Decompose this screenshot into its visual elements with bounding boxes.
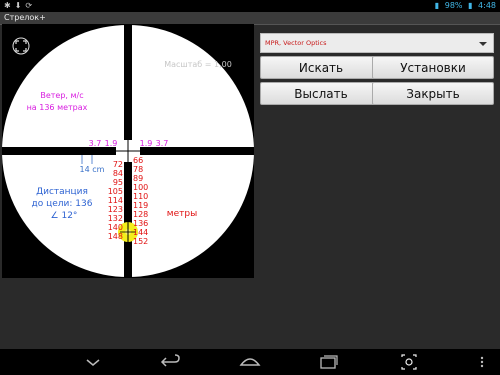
distance-line2: до цели: 136 <box>32 199 93 209</box>
range-left: 132 <box>108 214 123 223</box>
scope-select-value: MPR, Vector Optics <box>265 39 327 47</box>
range-right: 78 <box>133 165 143 174</box>
scale-label: Масштаб = 1,00 <box>164 60 232 69</box>
recent-apps-icon[interactable] <box>318 349 340 375</box>
wind-left-inner: 1.9 <box>105 139 118 148</box>
range-left: 114 <box>108 196 123 205</box>
home-icon[interactable] <box>238 349 262 375</box>
reticle-post-top <box>124 24 132 140</box>
range-right: 144 <box>133 228 148 237</box>
range-left: 84 <box>113 169 123 178</box>
range-left: 72 <box>113 160 123 169</box>
range-right: 136 <box>133 219 148 228</box>
sync-icon: ⟳ <box>25 1 37 10</box>
scope-select[interactable]: MPR, Vector Optics <box>260 33 494 53</box>
overflow-menu-icon[interactable] <box>478 349 486 375</box>
range-left: 123 <box>108 205 123 214</box>
wind-label-line1: Ветер, м/с <box>40 91 83 100</box>
clock: 4:48 <box>478 1 496 10</box>
close-button[interactable]: Закрыть <box>372 82 494 105</box>
scope-view[interactable]: Масштаб = 1,00 Ветер, м/с на 136 метрах … <box>2 24 254 278</box>
back-chevron-icon[interactable] <box>84 349 102 375</box>
battery-percent: 98% <box>444 1 463 10</box>
wind-right-outer: 3.7 <box>156 139 169 148</box>
meters-label: метры <box>167 209 197 219</box>
range-right: 119 <box>133 201 148 210</box>
system-nav-buttons <box>0 349 500 375</box>
range-right: 152 <box>133 237 148 246</box>
range-right: 128 <box>133 210 148 219</box>
cm-label: 14 cm <box>80 165 105 174</box>
distance-line3: ∠ 12° <box>51 211 78 221</box>
range-left: 105 <box>108 187 123 196</box>
wind-label-line2: на 136 метрах <box>27 103 88 112</box>
app-title: Стрелок+ <box>4 13 46 22</box>
distance-line1: Дистанция <box>36 187 88 197</box>
settings-button[interactable]: Установки <box>372 56 494 79</box>
wind-right-inner: 1.9 <box>140 139 153 148</box>
status-right: ▮ 98% ▮ 4:48 <box>432 1 496 10</box>
back-icon[interactable] <box>160 349 182 375</box>
send-button[interactable]: Выслать <box>260 82 382 105</box>
range-right: 110 <box>133 192 148 201</box>
battery-icon: ▮ <box>468 1 473 10</box>
fullscreen-icon[interactable] <box>12 37 30 55</box>
status-bar: ✱⬇⟳ ▮ 98% ▮ 4:48 <box>0 0 500 12</box>
signal-icon: ▮ <box>434 1 440 10</box>
range-right: 100 <box>133 183 148 192</box>
range-right: 89 <box>133 174 143 183</box>
usb-debug-icon: ✱ <box>4 1 15 10</box>
notification-icons: ✱⬇⟳ <box>4 1 36 10</box>
range-left: 140 <box>108 223 123 232</box>
range-right: 66 <box>133 156 143 165</box>
chevron-down-icon <box>479 42 487 46</box>
wind-left-outer: 3.7 <box>89 139 102 148</box>
range-left: 148 <box>108 232 123 241</box>
download-icon: ⬇ <box>14 1 26 10</box>
screenshot-icon[interactable] <box>399 349 419 375</box>
search-button[interactable]: Искать <box>260 56 382 79</box>
range-left: 95 <box>113 178 123 187</box>
reticle-svg: Масштаб = 1,00 Ветер, м/с на 136 метрах … <box>2 24 254 278</box>
